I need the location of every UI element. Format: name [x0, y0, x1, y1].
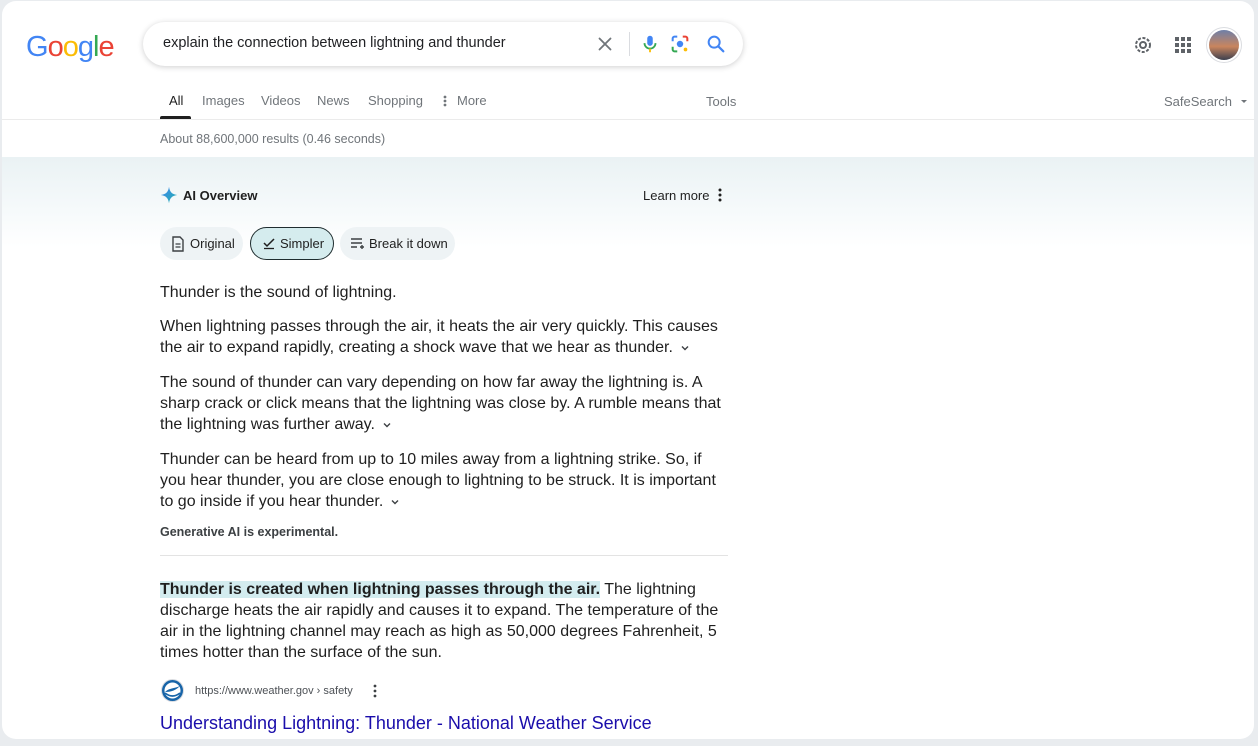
- snippet-highlight: Thunder is created when lightning passes…: [160, 581, 601, 598]
- tab-shopping[interactable]: Shopping: [368, 93, 423, 108]
- list-icon: [351, 238, 364, 249]
- mic-icon[interactable]: [639, 33, 661, 55]
- ai-paragraph: Thunder is the sound of lightning.: [160, 284, 397, 301]
- chevron-down-icon[interactable]: [679, 342, 691, 354]
- tab-images[interactable]: Images: [202, 93, 245, 108]
- caret-down-icon: [1240, 100, 1247, 103]
- chip-simpler[interactable]: Simpler: [250, 227, 334, 260]
- chip-break-label: Break it down: [369, 236, 448, 251]
- learn-more-link[interactable]: Learn more: [643, 188, 709, 203]
- chip-simpler-label: Simpler: [280, 236, 325, 251]
- apps-icon[interactable]: [1171, 33, 1195, 57]
- search-input[interactable]: explain the connection between lightning…: [163, 35, 506, 51]
- search-icon[interactable]: [705, 33, 727, 55]
- google-logo[interactable]: Google: [26, 29, 115, 65]
- chip-original-label: Original: [190, 236, 235, 251]
- bird-icon: [164, 682, 181, 699]
- ai-overview-title: AI Overview: [183, 188, 258, 203]
- ai-paragraph-text: When lightning passes through the air, i…: [160, 318, 718, 356]
- gear-icon[interactable]: [1131, 33, 1155, 57]
- browser-page: Google explain the connection between li…: [2, 1, 1254, 739]
- search-box[interactable]: explain the connection between lightning…: [143, 22, 743, 66]
- section-divider: [160, 555, 728, 556]
- avatar[interactable]: [1209, 30, 1239, 60]
- more-vert-icon[interactable]: [367, 683, 383, 699]
- chevron-down-icon[interactable]: [381, 419, 393, 431]
- more-vert-icon[interactable]: [439, 94, 451, 108]
- more-vert-icon[interactable]: [712, 187, 728, 203]
- ai-disclaimer: Generative AI is experimental.: [160, 525, 339, 539]
- result-title-link[interactable]: Understanding Lightning: Thunder - Natio…: [160, 713, 652, 734]
- search-divider: [629, 32, 630, 56]
- tab-news[interactable]: News: [317, 93, 350, 108]
- safesearch-button[interactable]: SafeSearch: [1164, 94, 1248, 109]
- header-divider: [2, 119, 1254, 120]
- logo-letter-o1: o: [47, 31, 64, 63]
- ai-paragraph: The sound of thunder can vary depending …: [160, 372, 730, 435]
- logo-letter-e: e: [98, 31, 114, 63]
- noaa-logo-icon: [162, 680, 183, 701]
- sparkle-icon: [160, 186, 178, 204]
- close-icon[interactable]: [594, 33, 616, 55]
- tools-button[interactable]: Tools: [706, 94, 736, 109]
- ai-paragraph: Thunder can be heard from up to 10 miles…: [160, 449, 730, 512]
- ai-paragraph-text: Thunder can be heard from up to 10 miles…: [160, 451, 716, 510]
- source-url[interactable]: https://www.weather.gov › safety: [195, 685, 353, 697]
- chip-original[interactable]: Original: [160, 227, 243, 260]
- tab-more[interactable]: More: [457, 93, 487, 108]
- tab-all[interactable]: All: [169, 93, 183, 108]
- result-stats: About 88,600,000 results (0.46 seconds): [160, 132, 386, 146]
- check-icon: [263, 238, 275, 250]
- safesearch-label: SafeSearch: [1164, 94, 1232, 109]
- logo-letter-g: G: [26, 31, 49, 63]
- document-icon: [172, 236, 184, 252]
- ai-paragraph-text: The sound of thunder can vary depending …: [160, 374, 721, 433]
- lens-icon[interactable]: [669, 33, 691, 55]
- logo-letter-g2: g: [77, 31, 94, 63]
- logo-letter-o2: o: [62, 31, 79, 63]
- tab-videos[interactable]: Videos: [261, 93, 301, 108]
- chevron-down-icon[interactable]: [389, 496, 401, 508]
- chip-break-it-down[interactable]: Break it down: [340, 227, 455, 260]
- featured-snippet: Thunder is created when lightning passes…: [160, 579, 730, 663]
- ai-paragraph: When lightning passes through the air, i…: [160, 316, 730, 358]
